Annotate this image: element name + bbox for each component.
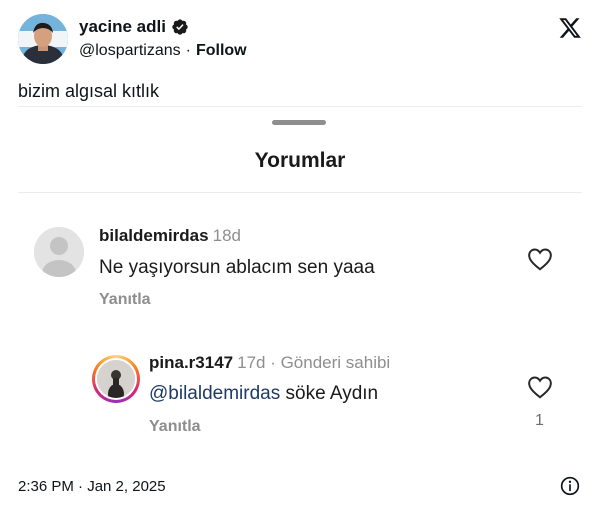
tweet-text: bizim algısal kıtlık: [18, 81, 160, 101]
comment-username[interactable]: bilaldemirdas: [99, 226, 209, 245]
info-icon[interactable]: [560, 476, 580, 496]
tweet-header: yacine adli @lospartizans · Follow: [18, 14, 582, 66]
separator-dot: ·: [185, 42, 191, 59]
reply-username[interactable]: pina.r3147: [149, 353, 233, 372]
tweet-timestamp[interactable]: 2:36 PM · Jan 2, 2025: [18, 478, 166, 495]
author-info: yacine adli @lospartizans · Follow: [79, 16, 247, 62]
author-avatar[interactable]: [18, 14, 68, 64]
reply-avatar[interactable]: [92, 355, 140, 403]
reply-like-count: 1: [535, 412, 544, 429]
commenter-avatar[interactable]: [34, 227, 84, 277]
comment-reply-button[interactable]: Yanıtla: [99, 291, 151, 309]
comments-card: Yorumlar bilaldemirdas 18d Ne yaşıyorsun …: [18, 106, 582, 448]
author-handle[interactable]: @lospartizans: [79, 42, 181, 60]
comment-age: 18d: [212, 226, 241, 245]
follow-button[interactable]: Follow: [196, 42, 247, 60]
reply-header: pina.r3147 17d · Gönderi sahibi: [149, 353, 390, 373]
drag-handle[interactable]: [272, 120, 326, 125]
reply-meta: 17d · Gönderi sahibi: [237, 353, 391, 372]
heart-icon[interactable]: [527, 247, 553, 271]
reply-heart-icon[interactable]: [527, 375, 553, 399]
comment-text: Ne yaşıyorsun ablacım sen yaaa: [99, 257, 375, 278]
reply-reply-button[interactable]: Yanıtla: [149, 418, 201, 436]
x-logo-icon[interactable]: [558, 16, 582, 40]
reply-text: @bilaldemirdas söke Aydın: [149, 383, 378, 405]
reply-mention[interactable]: @bilaldemirdas: [149, 383, 280, 404]
comment-header: bilaldemirdas 18d: [99, 226, 241, 246]
comments-title: Yorumlar: [254, 149, 346, 172]
divider: [18, 192, 582, 193]
author-name[interactable]: yacine adli: [79, 17, 166, 37]
verified-badge-icon: [172, 19, 188, 35]
reply-body: söke Aydın: [280, 383, 379, 404]
